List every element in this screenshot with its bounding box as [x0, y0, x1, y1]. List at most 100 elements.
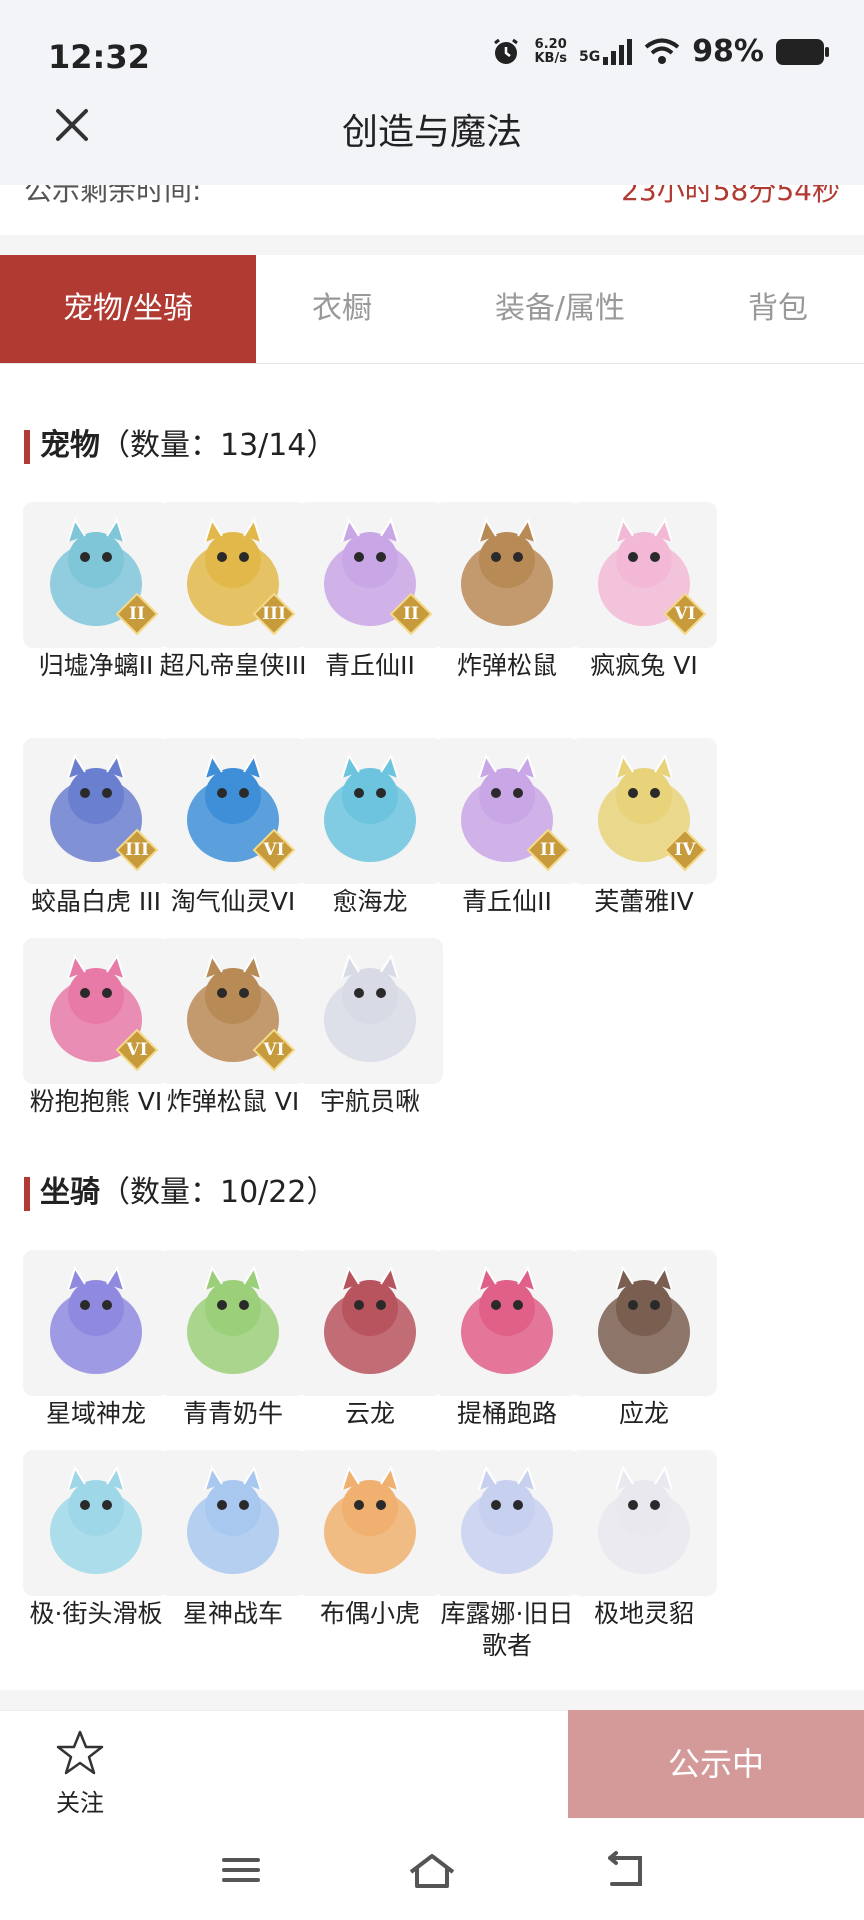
pets-thumbnail: VI [571, 502, 717, 648]
pets-item[interactable]: II 青丘仙II [433, 738, 581, 918]
mounts-portrait-icon [50, 1465, 142, 1574]
pets-item[interactable]: III 蛟晶白虎 III [22, 738, 170, 918]
menu-icon[interactable] [216, 1850, 266, 1890]
mounts-section-title: 坐骑（数量：10/22） [24, 1173, 336, 1213]
mounts-portrait-icon [598, 1265, 690, 1374]
notice-row: 公示剩余时间: 23小时58分54秒 [0, 185, 864, 235]
mounts-name: 应龙 [618, 1399, 669, 1428]
pets-thumbnail: IV [571, 738, 717, 884]
tab-pets-mounts[interactable]: 宠物/坐骑 [0, 255, 256, 363]
star-icon [56, 1730, 104, 1775]
mounts-thumbnail [571, 1450, 717, 1596]
mounts-portrait-icon [324, 1265, 416, 1374]
tab-backpack[interactable]: 背包 [692, 255, 864, 363]
pets-portrait-icon [324, 753, 416, 862]
tier-badge-label: III [125, 840, 149, 860]
signal-5g: 5G [579, 38, 633, 65]
divider [0, 1690, 864, 1710]
mounts-name: 提桶跑路 [456, 1399, 557, 1428]
mounts-item[interactable]: 库露娜·旧日歌者 [433, 1450, 581, 1662]
tier-badge-label: IV [674, 840, 696, 860]
pets-name: 炸弹松鼠 [456, 651, 557, 680]
follow-button[interactable]: 关注 [40, 1729, 120, 1818]
pets-item[interactable]: 愈海龙 [296, 738, 444, 918]
tier-badge-label: VI [263, 840, 285, 860]
mounts-name: 极地灵貂 [593, 1599, 694, 1628]
pets-thumbnail: VI [23, 938, 169, 1084]
pets-item[interactable]: IV 芙蕾雅IV [570, 738, 718, 918]
tier-badge: III [252, 592, 296, 636]
notice-label: 公示剩余时间: [24, 185, 202, 207]
pets-item[interactable]: 宇航员啾 [296, 938, 444, 1118]
mounts-item[interactable]: 星域神龙 [22, 1250, 170, 1430]
pets-name: 粉抱抱熊 VI [29, 1087, 163, 1116]
pets-item[interactable]: II 青丘仙II [296, 502, 444, 682]
pets-name: 疯疯兔 VI [590, 651, 698, 680]
battery-percent: 98% [692, 34, 764, 69]
back-icon[interactable] [600, 1850, 650, 1890]
tier-badge: VI [115, 1028, 159, 1072]
pets-count: （数量：13/14） [100, 428, 337, 463]
pets-thumbnail [297, 938, 443, 1084]
mounts-name: 极·街头滑板 [29, 1599, 163, 1628]
mounts-thumbnail [297, 1450, 443, 1596]
notice-countdown: 23小时58分54秒 [621, 185, 840, 207]
pets-thumbnail: VI [160, 738, 306, 884]
home-icon[interactable] [407, 1850, 457, 1890]
mounts-item[interactable]: 提桶跑路 [433, 1250, 581, 1430]
mounts-item[interactable]: 极·街头滑板 [22, 1450, 170, 1630]
network-speed: 6.20 KB/s [534, 37, 567, 66]
mounts-portrait-icon [461, 1465, 553, 1574]
pets-name: 超凡帝皇侠III [159, 651, 307, 680]
pets-thumbnail: II [297, 502, 443, 648]
mounts-title: 坐骑 [40, 1175, 100, 1210]
pets-item[interactable]: VI 炸弹松鼠 VI [159, 938, 307, 1118]
mounts-item[interactable]: 云龙 [296, 1250, 444, 1430]
mounts-thumbnail [297, 1250, 443, 1396]
mounts-portrait-icon [461, 1265, 553, 1374]
pets-name: 归墟净螭II [38, 651, 154, 680]
tab-wardrobe[interactable]: 衣橱 [256, 255, 428, 363]
tier-badge: II [389, 592, 433, 636]
tab-equipment[interactable]: 装备/属性 [428, 255, 692, 363]
tier-badge-label: III [262, 604, 286, 624]
speed-unit: KB/s [534, 50, 567, 66]
divider [0, 235, 864, 255]
pets-item[interactable]: III 超凡帝皇侠III [159, 502, 307, 682]
pets-thumbnail [297, 738, 443, 884]
mounts-count: （数量：10/22） [100, 1175, 337, 1210]
pets-item[interactable]: 炸弹松鼠 [433, 502, 581, 682]
status-bar: 12:32 6.20 KB/s 5G 98% [0, 0, 864, 110]
tier-badge-label: VI [263, 1040, 285, 1060]
mounts-portrait-icon [324, 1465, 416, 1574]
mounts-name: 星神战车 [182, 1599, 283, 1628]
pets-item[interactable]: VI 淘气仙灵VI [159, 738, 307, 918]
mounts-thumbnail [160, 1250, 306, 1396]
mounts-item[interactable]: 青青奶牛 [159, 1250, 307, 1430]
tier-badge: II [115, 592, 159, 636]
wifi-icon [644, 38, 680, 64]
pets-section-title: 宠物（数量：13/14） [24, 426, 336, 466]
tier-badge: II [526, 828, 570, 872]
pets-title: 宠物 [40, 428, 100, 463]
mounts-item[interactable]: 极地灵貂 [570, 1450, 718, 1630]
pets-portrait-icon [461, 517, 553, 626]
mounts-name: 云龙 [344, 1399, 395, 1428]
status-icons: 6.20 KB/s 5G 98% [490, 34, 829, 69]
pets-name: 青丘仙II [462, 887, 552, 916]
pets-thumbnail: VI [160, 938, 306, 1084]
mounts-item[interactable]: 应龙 [570, 1250, 718, 1430]
mounts-item[interactable]: 星神战车 [159, 1450, 307, 1630]
mounts-item[interactable]: 布偶小虎 [296, 1450, 444, 1630]
pets-name: 淘气仙灵VI [170, 887, 296, 916]
pets-item[interactable]: II 归墟净螭II [22, 502, 170, 682]
tier-badge: VI [663, 592, 707, 636]
status-time: 12:32 [48, 38, 150, 76]
pets-name: 宇航员啾 [319, 1087, 420, 1116]
pets-item[interactable]: VI 粉抱抱熊 VI [22, 938, 170, 1118]
pets-item[interactable]: VI 疯疯兔 VI [570, 502, 718, 682]
pets-thumbnail: III [23, 738, 169, 884]
battery-icon [776, 38, 829, 65]
public-status-button[interactable]: 公示中 [568, 1710, 864, 1818]
tier-badge-label: VI [674, 604, 696, 624]
